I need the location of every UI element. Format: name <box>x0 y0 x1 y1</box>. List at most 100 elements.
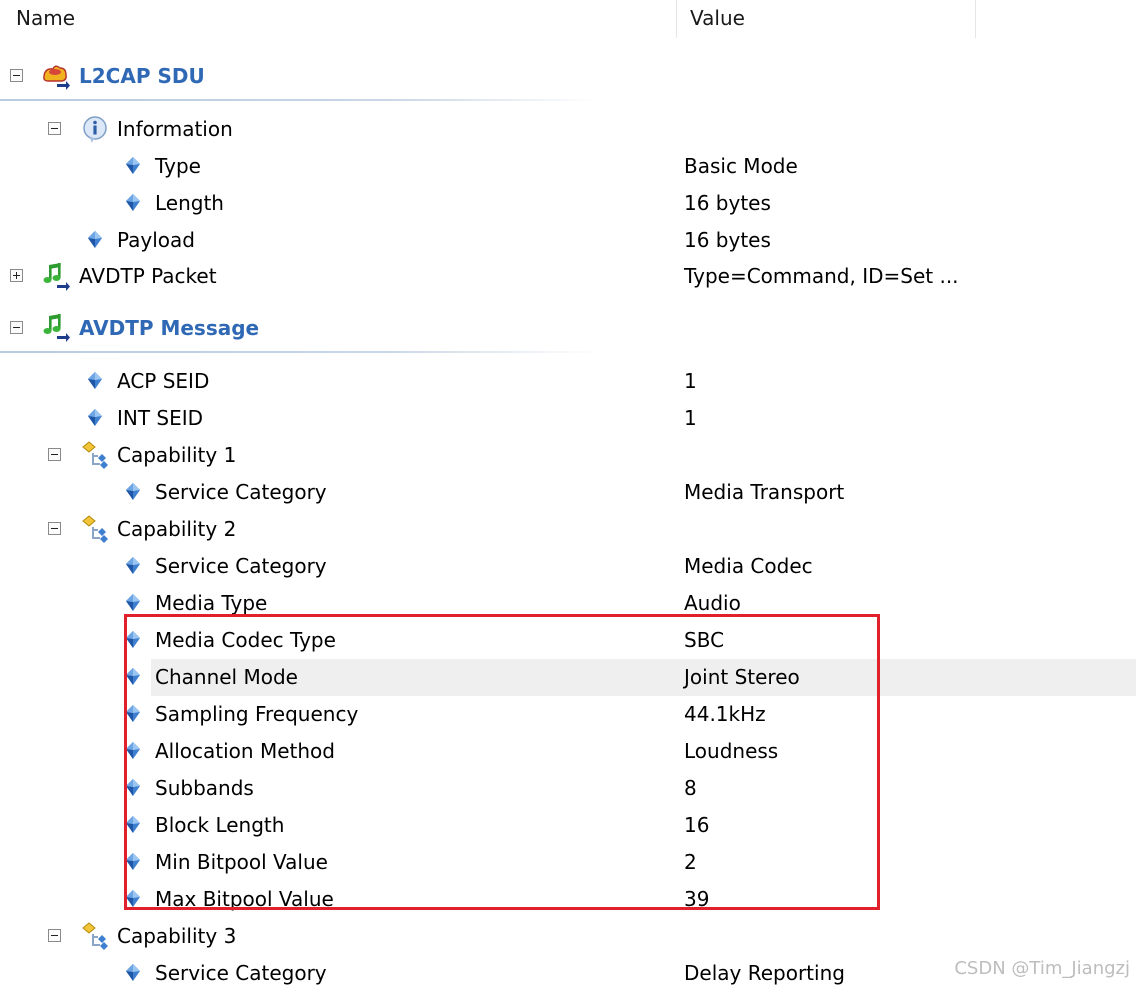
tree-row-capability-1[interactable]: Capability 1 <box>0 437 1136 474</box>
field-diamond-icon <box>118 810 148 840</box>
tree-row-l2cap-sdu[interactable]: L2CAP SDU <box>0 58 1136 95</box>
field-diamond-icon <box>118 188 148 218</box>
collapse-toggle-icon[interactable] <box>10 321 23 334</box>
row-label: Information <box>117 117 233 141</box>
capability-icon <box>80 921 110 951</box>
row-value: SBC <box>684 628 725 652</box>
tree-row-capability-3[interactable]: Capability 3 <box>0 918 1136 955</box>
tree-row-media-codec-type[interactable]: Media Codec Type SBC <box>0 622 1136 659</box>
field-diamond-icon <box>118 551 148 581</box>
field-diamond-icon <box>80 225 110 255</box>
row-label: Max Bitpool Value <box>155 887 334 911</box>
tree-row-payload[interactable]: Payload 16 bytes <box>0 222 1136 259</box>
tree-row-type[interactable]: Type Basic Mode <box>0 148 1136 185</box>
row-label: Media Codec Type <box>155 628 336 652</box>
value-column-header[interactable]: Value <box>690 0 745 38</box>
group-separator <box>0 99 600 101</box>
collapse-toggle-icon[interactable] <box>48 122 61 135</box>
tree-row-channel-mode[interactable]: Channel Mode Joint Stereo <box>0 659 1136 696</box>
row-label: Block Length <box>155 813 285 837</box>
expand-toggle-icon[interactable] <box>10 269 23 282</box>
name-column-header[interactable]: Name <box>16 0 75 38</box>
row-label: Channel Mode <box>155 665 298 689</box>
music-note-icon <box>40 312 70 342</box>
tree-row-media-type[interactable]: Media Type Audio <box>0 585 1136 622</box>
field-diamond-icon <box>118 884 148 914</box>
tree-row-service-category[interactable]: Service Category Media Codec <box>0 548 1136 585</box>
field-diamond-icon <box>118 588 148 618</box>
row-value: 8 <box>684 776 697 800</box>
tree-row-service-category[interactable]: Service Category Media Transport <box>0 474 1136 511</box>
tree-row-avdtp-packet[interactable]: AVDTP Packet Type=Command, ID=Set ... <box>0 258 1136 295</box>
tree-row-block-length[interactable]: Block Length 16 <box>0 807 1136 844</box>
field-diamond-icon <box>118 773 148 803</box>
column-header: Name Value <box>0 0 1136 38</box>
tree-row-max-bitpool-value[interactable]: Max Bitpool Value 39 <box>0 881 1136 918</box>
row-value: 1 <box>684 369 697 393</box>
row-value: Loudness <box>684 739 779 763</box>
collapse-toggle-icon[interactable] <box>10 69 23 82</box>
collapse-toggle-icon[interactable] <box>48 448 61 461</box>
row-value: Audio <box>684 591 741 615</box>
row-value: Basic Mode <box>684 154 798 178</box>
tree-row-allocation-method[interactable]: Allocation Method Loudness <box>0 733 1136 770</box>
row-label: Min Bitpool Value <box>155 850 328 874</box>
row-label: ACP SEID <box>117 369 210 393</box>
row-label: Sampling Frequency <box>155 702 359 726</box>
row-label: L2CAP SDU <box>79 64 205 88</box>
capability-icon <box>80 514 110 544</box>
tree-row-min-bitpool-value[interactable]: Min Bitpool Value 2 <box>0 844 1136 881</box>
row-value: 16 bytes <box>684 191 771 215</box>
row-value: 44.1kHz <box>684 702 766 726</box>
selection-highlight <box>151 659 1136 696</box>
row-value: Media Transport <box>684 480 845 504</box>
tree-row-acp-seid[interactable]: ACP SEID 1 <box>0 363 1136 400</box>
row-label: Service Category <box>155 480 327 504</box>
column-divider[interactable] <box>975 0 976 38</box>
group-separator <box>0 351 600 353</box>
row-value: 39 <box>684 887 710 911</box>
row-label: AVDTP Packet <box>79 264 217 288</box>
row-label: Type <box>155 154 201 178</box>
row-value: 16 bytes <box>684 228 771 252</box>
row-label: Subbands <box>155 776 254 800</box>
column-divider[interactable] <box>676 0 677 38</box>
tree-row-information[interactable]: Information <box>0 111 1136 148</box>
row-value: Media Codec <box>684 554 813 578</box>
row-value: 16 <box>684 813 710 837</box>
watermark: CSDN @Tim_Jiangzj <box>954 958 1130 979</box>
field-diamond-icon <box>118 958 148 988</box>
row-label: Payload <box>117 228 195 252</box>
row-label: Capability 3 <box>117 924 237 948</box>
collapse-toggle-icon[interactable] <box>48 929 61 942</box>
tree-row-subbands[interactable]: Subbands 8 <box>0 770 1136 807</box>
tree-row-avdtp-message[interactable]: AVDTP Message <box>0 310 1136 347</box>
l2cap-sdu-icon <box>40 60 70 90</box>
field-diamond-icon <box>118 736 148 766</box>
row-value: 1 <box>684 406 697 430</box>
tree-row-sampling-frequency[interactable]: Sampling Frequency 44.1kHz <box>0 696 1136 733</box>
row-value: Type=Command, ID=Set ... <box>684 264 959 288</box>
info-icon <box>80 114 110 144</box>
row-value: 2 <box>684 850 697 874</box>
field-diamond-icon <box>80 366 110 396</box>
row-label: INT SEID <box>117 406 204 430</box>
row-value: Joint Stereo <box>684 665 800 689</box>
row-label: AVDTP Message <box>79 316 260 340</box>
capability-icon <box>80 440 110 470</box>
field-diamond-icon <box>80 403 110 433</box>
collapse-toggle-icon[interactable] <box>48 522 61 535</box>
row-value: Delay Reporting <box>684 961 845 985</box>
row-label: Capability 2 <box>117 517 237 541</box>
tree-row-int-seid[interactable]: INT SEID 1 <box>0 400 1136 437</box>
row-label: Service Category <box>155 961 327 985</box>
row-label: Allocation Method <box>155 739 335 763</box>
tree-row-length[interactable]: Length 16 bytes <box>0 185 1136 222</box>
field-diamond-icon <box>118 699 148 729</box>
row-label: Capability 1 <box>117 443 237 467</box>
field-diamond-icon <box>118 477 148 507</box>
row-label: Service Category <box>155 554 327 578</box>
tree-row-capability-2[interactable]: Capability 2 <box>0 511 1136 548</box>
field-diamond-icon <box>118 847 148 877</box>
field-diamond-icon <box>118 625 148 655</box>
